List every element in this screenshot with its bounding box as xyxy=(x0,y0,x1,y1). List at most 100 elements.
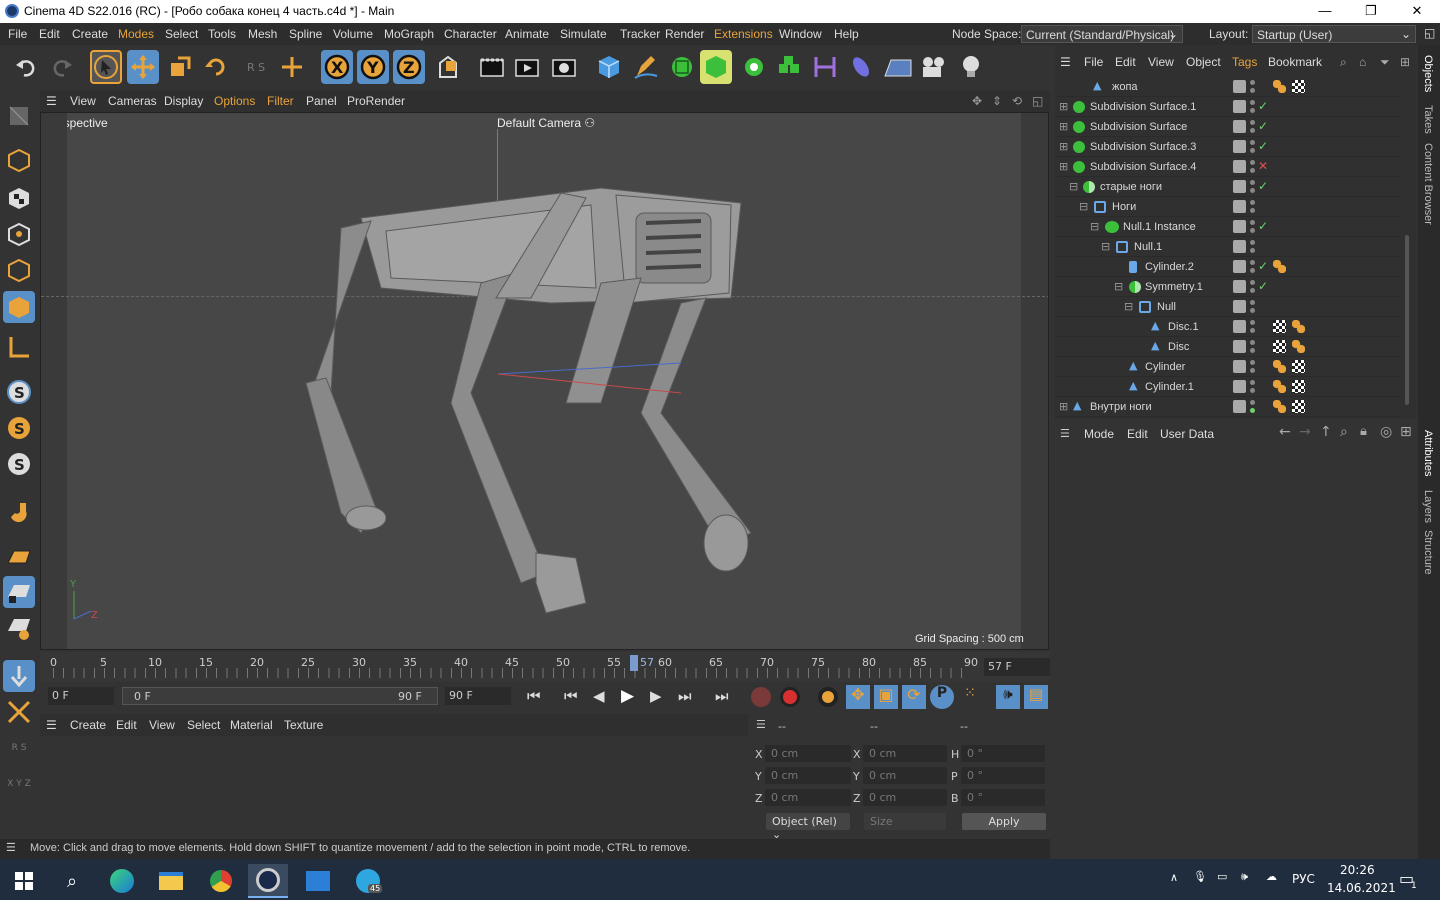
edit-toggle-icon[interactable] xyxy=(1233,180,1246,193)
enabled-check-icon[interactable]: ✓ xyxy=(1258,179,1268,193)
new-panel-icon[interactable]: ⊞ xyxy=(1400,55,1410,69)
obj-menu-bookmark[interactable]: Bookmark xyxy=(1268,55,1322,69)
render-visibility-dot[interactable] xyxy=(1250,188,1255,193)
list-item-subdivision-surface-4[interactable]: ⊞ Subdivision Surface.4 ✕ xyxy=(1055,157,1400,177)
volume-icon[interactable]: 🕪 xyxy=(1241,870,1248,884)
model-mode-icon[interactable] xyxy=(3,144,35,176)
enabled-check-icon[interactable]: ✓ xyxy=(1258,139,1268,153)
render-visibility-dot[interactable] xyxy=(1250,348,1255,353)
search-icon[interactable]: ⌕ xyxy=(52,864,92,898)
record-disabled-icon[interactable] xyxy=(751,687,771,707)
enabled-check-icon[interactable]: ✓ xyxy=(1258,279,1268,293)
expand-icon[interactable]: ⊞ xyxy=(1059,100,1068,113)
edit-toggle-icon[interactable] xyxy=(1233,280,1246,293)
menu-window[interactable]: Window xyxy=(779,27,822,41)
redo-icon[interactable] xyxy=(46,50,78,84)
editor-visibility-dot[interactable] xyxy=(1250,300,1255,305)
editor-visibility-dot[interactable] xyxy=(1250,180,1255,185)
list-item-disc[interactable]: ▲ Disc xyxy=(1055,337,1400,357)
collapse-icon[interactable]: ⊟ xyxy=(1079,200,1088,213)
menu-edit[interactable]: Edit xyxy=(39,27,60,41)
material-tag-icon[interactable] xyxy=(1292,340,1305,353)
tab-attributes[interactable]: Attributes xyxy=(1422,430,1434,476)
start-frame-field[interactable]: 0 F xyxy=(48,687,114,705)
list-item-starye-nogi[interactable]: ⊟ старые ноги ✓ xyxy=(1055,177,1400,197)
cloner-icon[interactable] xyxy=(738,50,770,84)
current-frame-field[interactable]: 57 F xyxy=(984,658,1050,676)
disabled-cross-icon[interactable]: ✕ xyxy=(1258,159,1268,173)
size-y-field[interactable]: 0 cm xyxy=(863,767,947,784)
texture-tag-icon[interactable] xyxy=(1273,320,1286,333)
render-visibility-dot[interactable] xyxy=(1250,248,1255,253)
keyframe-selection-icon[interactable] xyxy=(818,687,838,707)
layout-dropdown[interactable]: Startup (User) ⌄ xyxy=(1252,25,1416,43)
target-icon[interactable]: ◎ xyxy=(1380,424,1392,440)
obj-menu-edit[interactable]: Edit xyxy=(1115,55,1136,69)
network-icon[interactable]: ▭ xyxy=(1217,870,1227,883)
menu-spline[interactable]: Spline xyxy=(289,27,322,41)
rotate-icon[interactable] xyxy=(200,50,232,84)
render-settings-icon[interactable] xyxy=(548,50,580,84)
camera-icon[interactable] xyxy=(918,50,950,84)
editor-visibility-dot[interactable] xyxy=(1250,260,1255,265)
restore-button[interactable]: ❐ xyxy=(1348,0,1394,23)
menu-tracker[interactable]: Tracker xyxy=(620,27,660,41)
edit-toggle-icon[interactable] xyxy=(1233,260,1246,273)
render-visibility-dot[interactable] xyxy=(1250,368,1255,373)
search-icon[interactable]: ⌕ xyxy=(1340,55,1347,70)
render-visibility-dot[interactable] xyxy=(1250,208,1255,213)
edit-toggle-icon[interactable] xyxy=(1233,320,1246,333)
editor-visibility-dot[interactable] xyxy=(1250,220,1255,225)
render-visibility-dot[interactable] xyxy=(1250,88,1255,93)
uv-mode-icon[interactable] xyxy=(3,331,35,363)
previous-frame-icon[interactable]: ◀ xyxy=(593,687,605,705)
size-z-field[interactable]: 0 cm xyxy=(863,789,947,806)
menu-modes[interactable]: Modes xyxy=(118,27,154,41)
edit-toggle-icon[interactable] xyxy=(1233,120,1246,133)
menu-create[interactable]: Create xyxy=(72,27,108,41)
sound-icon[interactable]: 🕪 xyxy=(996,685,1020,709)
render-visibility-dot[interactable] xyxy=(1250,268,1255,273)
list-item-null[interactable]: ⊟ Null xyxy=(1055,297,1400,317)
list-item-subdivision-surface-1[interactable]: ⊞ Subdivision Surface.1 ✓ xyxy=(1055,97,1400,117)
list-item-cylinder[interactable]: ▲ Cylinder xyxy=(1055,357,1400,377)
menu-help[interactable]: Help xyxy=(834,27,859,41)
enabled-check-icon[interactable]: ✓ xyxy=(1258,259,1268,273)
position-z-field[interactable]: 0 cm xyxy=(765,789,851,806)
attr-menu-edit[interactable]: Edit xyxy=(1127,427,1148,441)
edit-toggle-icon[interactable] xyxy=(1233,100,1246,113)
menu-file[interactable]: File xyxy=(8,27,27,41)
list-item-zhopa[interactable]: ▲ жопа xyxy=(1055,77,1400,97)
render-visibility-dot[interactable] xyxy=(1250,108,1255,113)
select-arrow-icon[interactable] xyxy=(90,50,122,84)
material-tag-icon[interactable] xyxy=(1273,80,1286,93)
orbit-icon[interactable]: ⟲ xyxy=(1012,94,1022,108)
render-visibility-dot[interactable] xyxy=(1250,328,1255,333)
lock-coords-icon[interactable]: R S xyxy=(3,732,35,764)
make-editable-icon[interactable] xyxy=(3,100,35,132)
film-icon[interactable]: ▤ xyxy=(1024,685,1048,709)
edges-mode-icon[interactable] xyxy=(3,254,35,286)
menu-mograph[interactable]: MoGraph xyxy=(384,27,434,41)
position-y-field[interactable]: 0 cm xyxy=(765,767,851,784)
snap-mode-icon[interactable]: S xyxy=(3,448,35,480)
mat-menu-create[interactable]: Create xyxy=(70,718,106,732)
material-tag-icon[interactable] xyxy=(1273,400,1286,413)
hamburger-icon[interactable]: ☰ xyxy=(6,841,16,854)
subdivision-icon[interactable] xyxy=(666,50,698,84)
material-tag-icon[interactable] xyxy=(1273,360,1286,373)
list-item-null-1-instance[interactable]: ⊟ Null.1 Instance ✓ xyxy=(1055,217,1400,237)
editor-visibility-dot[interactable] xyxy=(1250,100,1255,105)
chevron-up-icon[interactable]: ∧ xyxy=(1170,871,1178,884)
vp-menu-display[interactable]: Display xyxy=(164,94,203,108)
list-item-cylinder-2[interactable]: Cylinder.2 ✓ xyxy=(1055,257,1400,277)
render-visibility-dot[interactable] xyxy=(1250,168,1255,173)
position-x-field[interactable]: 0 cm xyxy=(765,745,851,762)
back-arrow-icon[interactable]: ← xyxy=(1279,424,1291,440)
workplane-align-icon[interactable] xyxy=(3,612,35,644)
tab-structure[interactable]: Structure xyxy=(1422,530,1434,575)
cube-icon[interactable] xyxy=(593,50,625,84)
clock-date[interactable]: 14.06.2021 xyxy=(1327,881,1396,895)
render-view-icon[interactable] xyxy=(511,50,543,84)
key-position-icon[interactable]: ✥ xyxy=(846,685,870,709)
